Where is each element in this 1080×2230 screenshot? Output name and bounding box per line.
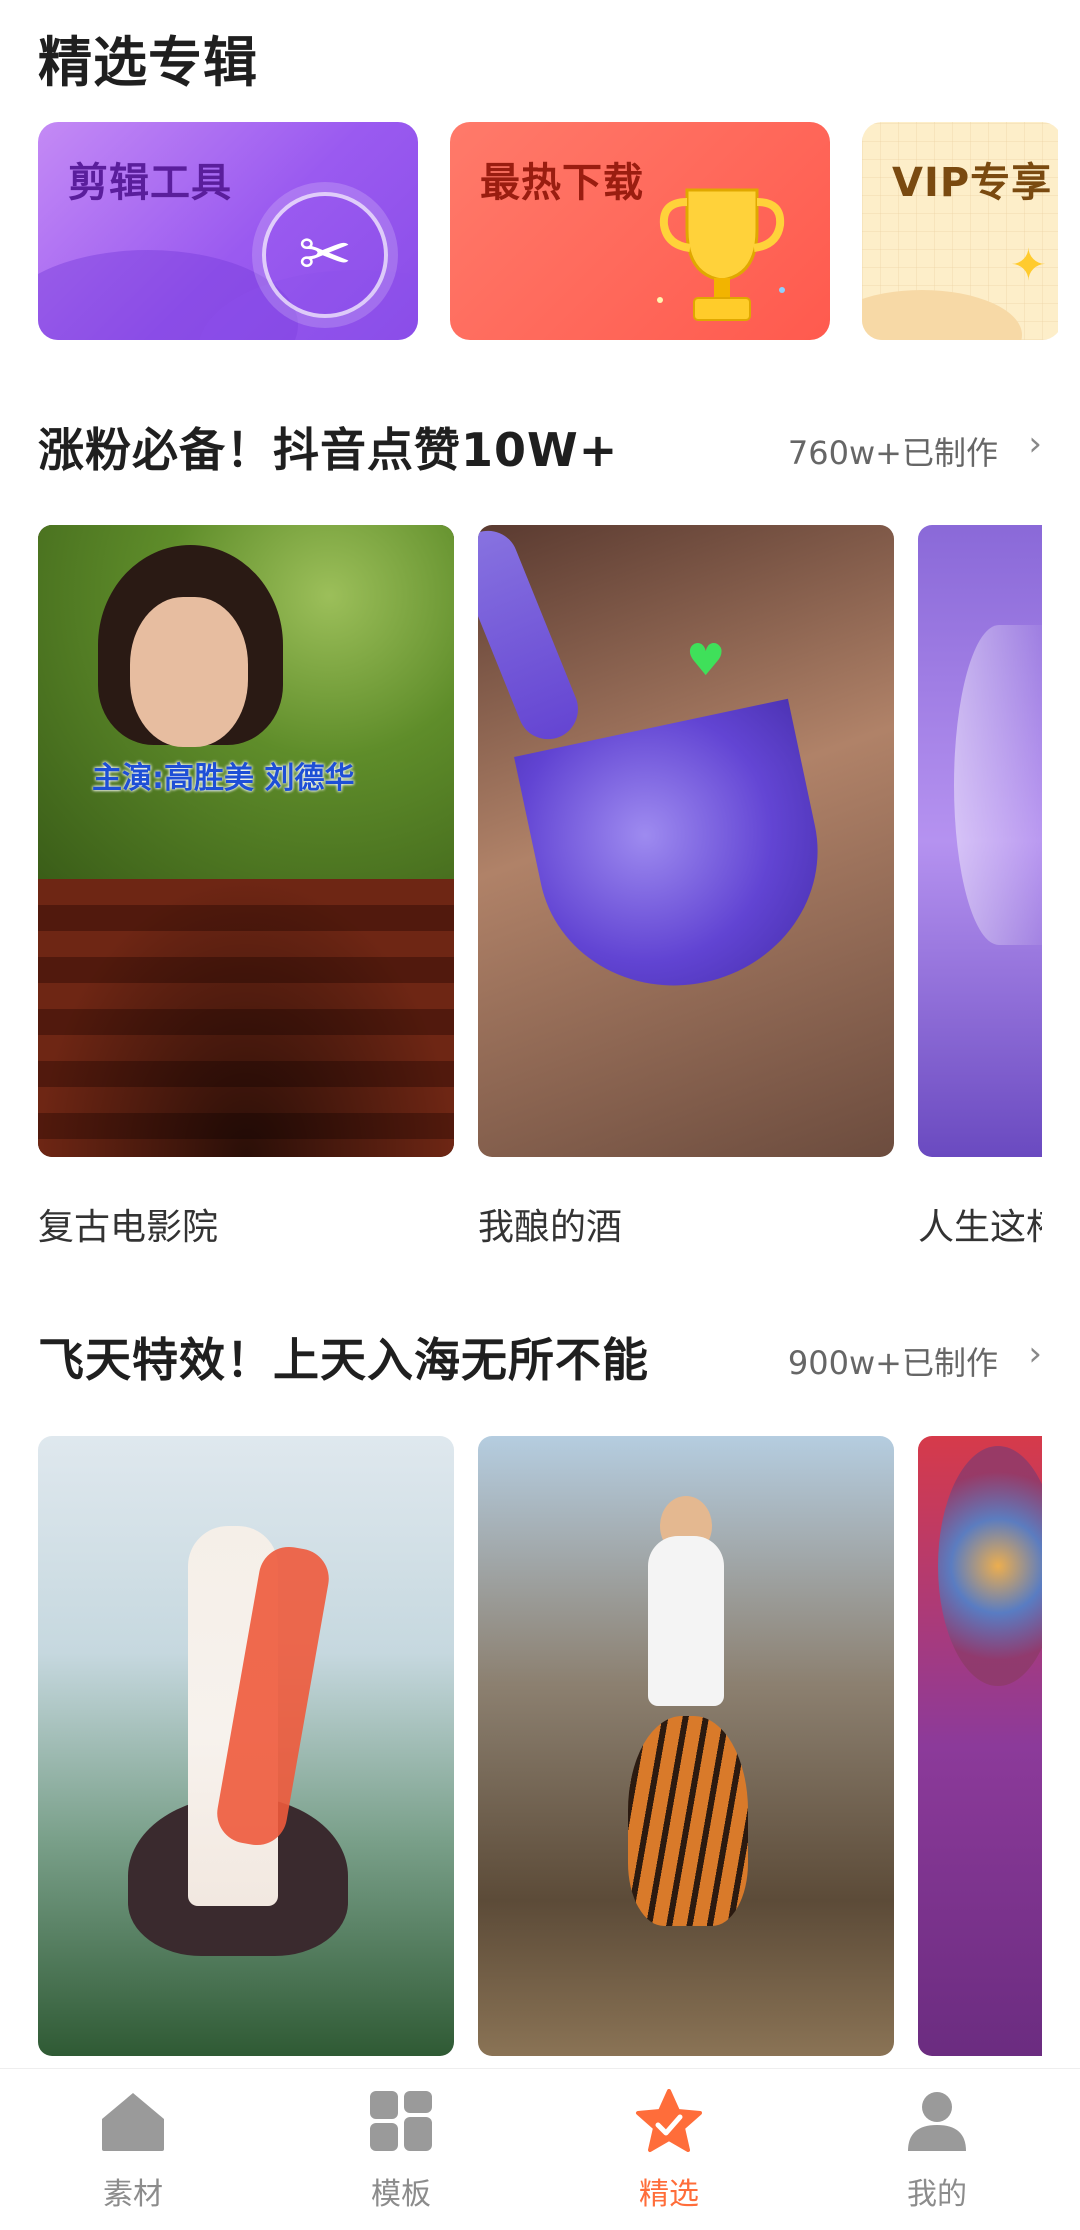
template-card[interactable]: ♥: [478, 525, 894, 1157]
template-card[interactable]: [918, 1436, 1042, 2056]
chevron-right-icon[interactable]: ›: [1028, 424, 1042, 464]
featured-albums-row: 剪辑工具 ✂ 最热下载 VIP专享 ✦: [38, 122, 1058, 342]
nav-label: 精选: [639, 2177, 699, 2212]
thumbnail-image: [938, 1446, 1042, 1686]
user-icon: [908, 2092, 966, 2151]
feature-card-label: 剪辑工具: [68, 160, 232, 206]
feature-card-edit-tools[interactable]: 剪辑工具 ✂: [38, 122, 418, 340]
nav-item-featured[interactable]: 精选: [584, 2089, 754, 2213]
feature-card-vip[interactable]: VIP专享 ✦: [862, 122, 1058, 340]
section-title: 飞天特效！上天入海无所不能: [38, 1333, 649, 1387]
trophy-icon: [657, 188, 785, 321]
template-caption: 我酿的酒: [478, 1207, 623, 1248]
home-icon: [102, 2093, 164, 2151]
section-header: 涨粉必备！抖音点赞10W+ 760w+已制作 ›: [38, 414, 1042, 484]
thumbnail-image: [38, 878, 454, 1157]
thumbnail-image: [478, 525, 588, 749]
nav-label: 模板: [371, 2177, 431, 2212]
section-count[interactable]: 760w+已制作: [788, 428, 998, 474]
template-caption: 复古电影院: [38, 1207, 219, 1248]
feature-card-label: 最热下载: [480, 160, 644, 206]
nav-item-templates[interactable]: 模板: [316, 2089, 486, 2213]
thumbnail-overlay-text: 主演:高胜美 刘德华: [92, 761, 355, 796]
scissors-icon: ✂: [262, 192, 388, 318]
section-count[interactable]: 900w+已制作: [788, 1338, 998, 1384]
template-caption: 人生这杯: [918, 1207, 1042, 1248]
bottom-nav: 素材 模板 精选 我的: [0, 2068, 1080, 2230]
section-header: 飞天特效！上天入海无所不能 900w+已制作 ›: [38, 1324, 1042, 1394]
thumbnail-image: [130, 597, 248, 747]
page-title: 精选专辑: [38, 31, 258, 94]
nav-item-mine[interactable]: 我的: [852, 2089, 1022, 2213]
feature-card-label: VIP专享: [892, 160, 1053, 206]
feature-card-hot-downloads[interactable]: 最热下载: [450, 122, 830, 340]
nav-label: 我的: [907, 2177, 967, 2212]
section-title: 涨粉必备！抖音点赞10W+: [38, 423, 619, 477]
grid-icon: [370, 2091, 432, 2151]
star-icon: [636, 2089, 702, 2152]
card-decoration: [862, 290, 1022, 340]
nav-item-materials[interactable]: 素材: [48, 2089, 218, 2213]
template-row: 主演:高胜美 刘德华 ♥: [38, 525, 1042, 1165]
thumbnail-image: [628, 1716, 748, 1926]
template-card[interactable]: [478, 1436, 894, 2056]
sparkle-icon: ✦: [1010, 240, 1047, 291]
thumbnail-image: [514, 698, 842, 1012]
thumbnail-image: [954, 625, 1042, 945]
heart-icon: ♥: [686, 635, 726, 686]
template-card[interactable]: [38, 1436, 454, 2056]
template-row: [38, 1436, 1042, 2056]
nav-label: 素材: [103, 2177, 163, 2212]
thumbnail-image: [648, 1536, 724, 1706]
template-card[interactable]: 主演:高胜美 刘德华: [38, 525, 454, 1157]
template-card[interactable]: [918, 525, 1042, 1157]
chevron-right-icon[interactable]: ›: [1028, 1334, 1042, 1374]
